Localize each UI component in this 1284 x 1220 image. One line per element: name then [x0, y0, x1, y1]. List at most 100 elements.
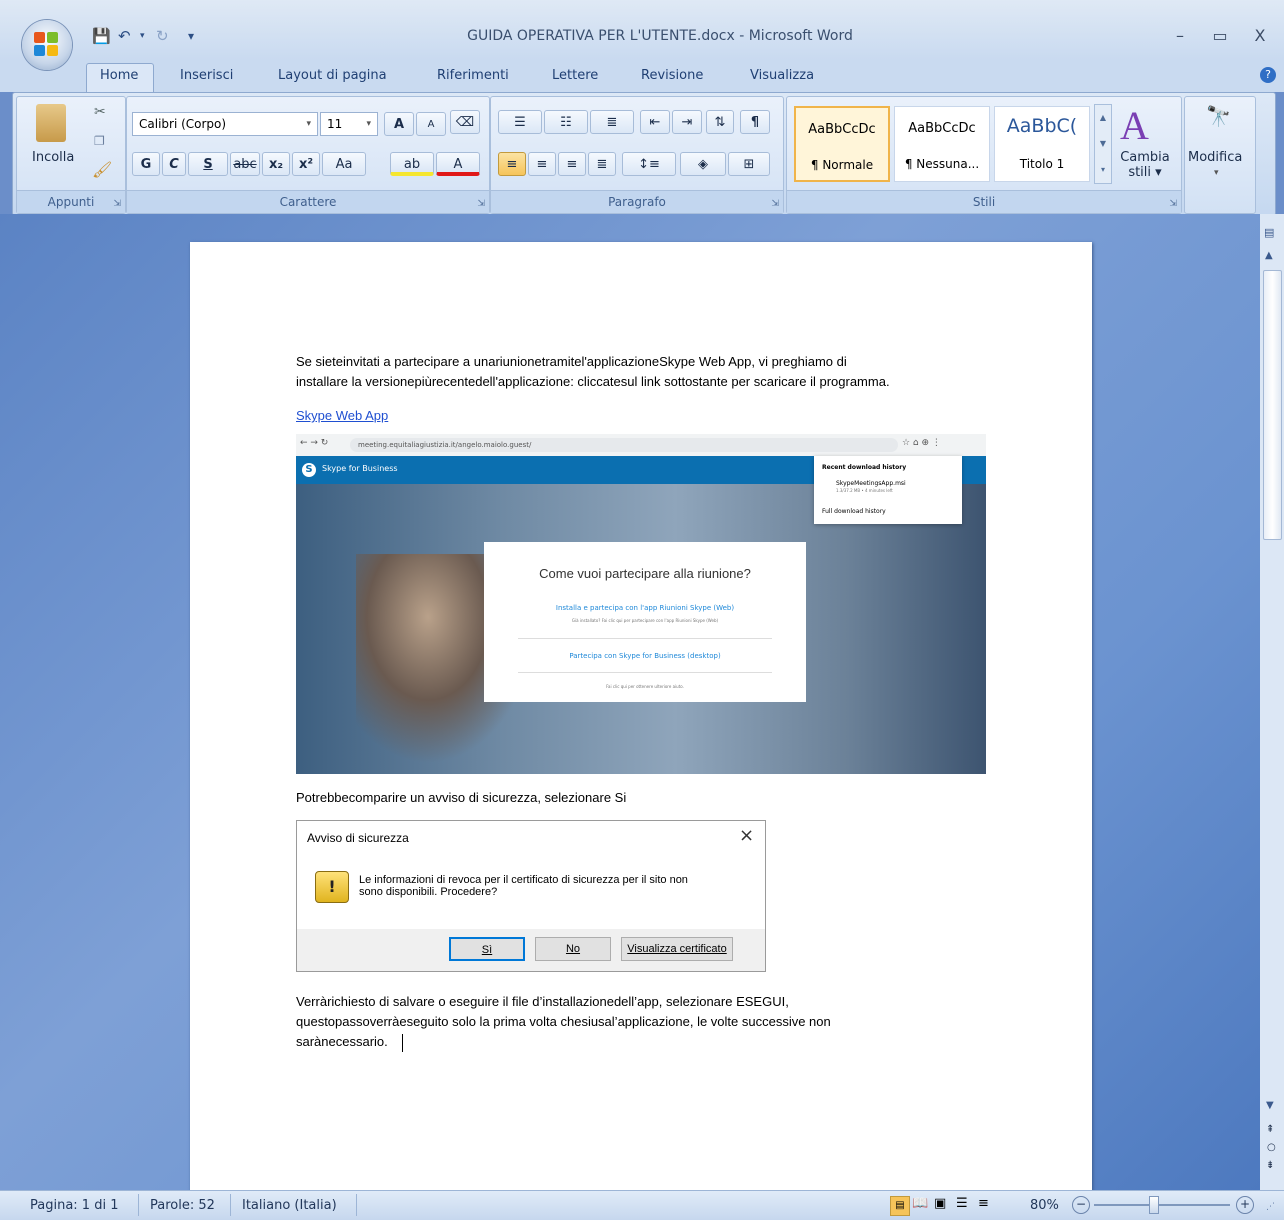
zoom-in-icon[interactable]: + [1236, 1196, 1254, 1214]
draft-icon[interactable]: ≡ [978, 1196, 989, 1211]
align-left-icon[interactable]: ≡ [498, 152, 526, 176]
full-screen-reading-icon[interactable]: 📖 [912, 1196, 928, 1211]
styles-scroll[interactable]: ▲ ▼ ▾ [1094, 104, 1112, 184]
font-label: Carattere [127, 190, 489, 213]
style-nessuna[interactable]: AaBbCcDc ¶ Nessuna... [894, 106, 990, 182]
justify-icon[interactable]: ≣ [588, 152, 616, 176]
find-icon[interactable]: 🔭 [1206, 104, 1231, 128]
style-normale[interactable]: AaBbCcDc ¶ Normale [794, 106, 890, 182]
ruler-toggle-icon[interactable]: ▤ [1264, 226, 1274, 239]
line-spacing-icon[interactable]: ↕≡ [622, 152, 676, 176]
skype-icon: S [302, 463, 316, 477]
paste-icon[interactable] [36, 104, 66, 142]
style-titolo1[interactable]: AaBbC( Titolo 1 [994, 106, 1090, 182]
chevron-down-icon: ▾ [366, 119, 371, 129]
decrease-indent-icon[interactable]: ⇤ [640, 110, 670, 134]
shrink-font-button[interactable]: A [416, 112, 446, 136]
paste-button[interactable]: Incolla [32, 150, 74, 165]
tab-home[interactable]: Home [100, 68, 138, 83]
help-icon[interactable]: ? [1260, 67, 1276, 83]
dialog-launcher-icon[interactable]: ⇲ [113, 199, 121, 209]
font-name-box[interactable]: Calibri (Corpo) ▾ [132, 112, 318, 136]
align-center-icon[interactable]: ≡ [528, 152, 556, 176]
scroll-down-icon[interactable]: ▼ [1266, 1100, 1274, 1111]
next-page-icon[interactable]: ⇟ [1266, 1160, 1274, 1171]
maximize-button[interactable]: ▭ [1200, 24, 1240, 48]
status-page[interactable]: Pagina: 1 di 1 [30, 1198, 118, 1213]
minimize-button[interactable]: – [1160, 24, 1200, 48]
web-layout-icon[interactable]: ▣ [934, 1196, 946, 1211]
tab-visualizza[interactable]: Visualizza [750, 68, 814, 83]
tab-revisione[interactable]: Revisione [641, 68, 703, 83]
tab-riferimenti[interactable]: Riferimenti [437, 68, 509, 83]
show-marks-icon[interactable]: ¶ [740, 110, 770, 134]
undo-dropdown-icon[interactable]: ▾ [140, 26, 145, 46]
increase-indent-icon[interactable]: ⇥ [672, 110, 702, 134]
style-name: ¶ Normale [810, 158, 874, 172]
tab-lettere[interactable]: Lettere [552, 68, 598, 83]
style-name: ¶ Nessuna... [904, 157, 980, 171]
help-link: Fai clic qui per ottenere ulteriore aiut… [606, 684, 684, 689]
cut-icon[interactable]: ✂ [94, 104, 106, 120]
undo-icon[interactable]: ↶ [118, 26, 131, 46]
save-icon[interactable]: 💾 [92, 26, 111, 46]
font-size-value: 11 [327, 117, 343, 131]
shading-icon[interactable]: ◈ [680, 152, 726, 176]
divider [518, 672, 772, 673]
sort-icon[interactable]: ⇅ [706, 110, 734, 134]
clear-formatting-icon[interactable]: ⌫ [450, 110, 480, 134]
paragraph-3-line-3: sarànecessario. [296, 1034, 388, 1049]
zoom-slider-thumb[interactable] [1149, 1196, 1159, 1214]
format-painter-icon[interactable]: 🖌 [92, 160, 112, 179]
office-logo-icon [34, 32, 60, 58]
status-divider [356, 1194, 357, 1216]
zoom-level[interactable]: 80% [1030, 1198, 1059, 1213]
dialog-launcher-icon[interactable]: ⇲ [477, 199, 485, 209]
bold-button[interactable]: G [132, 152, 160, 176]
customize-qat-icon[interactable]: ▾ [188, 26, 194, 46]
font-color-button[interactable]: A [436, 152, 480, 176]
view-buttons: ▤ 📖 ▣ ☰ ≡ [890, 1196, 1020, 1216]
dialog-launcher-icon[interactable]: ⇲ [1169, 199, 1177, 209]
bullets-icon[interactable]: ☰ [498, 110, 542, 134]
scroll-thumb[interactable] [1263, 270, 1282, 540]
status-words[interactable]: Parole: 52 [150, 1198, 215, 1213]
select-browse-object-icon[interactable]: ○ [1267, 1142, 1276, 1153]
close-icon: × [739, 825, 755, 846]
editing-button[interactable]: Modifica [1188, 150, 1242, 165]
previous-page-icon[interactable]: ⇞ [1266, 1124, 1274, 1135]
grow-font-button[interactable]: A [384, 112, 414, 136]
change-case-button[interactable]: Aa [322, 152, 366, 176]
tab-layout[interactable]: Layout di pagina [278, 68, 387, 83]
strikethrough-button[interactable]: abc [230, 152, 260, 176]
dialog-launcher-icon[interactable]: ⇲ [771, 199, 779, 209]
office-button[interactable] [22, 20, 72, 70]
numbering-icon[interactable]: ☷ [544, 110, 588, 134]
styles-label: Stili [787, 190, 1181, 213]
print-layout-icon[interactable]: ▤ [890, 1196, 910, 1216]
outline-icon[interactable]: ☰ [956, 1196, 968, 1211]
security-dialog-image: Avviso di sicurezza × ! Le informazioni … [296, 820, 766, 972]
zoom-slider-track[interactable] [1094, 1204, 1230, 1206]
change-styles-icon[interactable]: A [1120, 102, 1149, 149]
change-styles-button[interactable]: Cambia stili ▾ [1118, 150, 1172, 180]
multilevel-list-icon[interactable]: ≣ [590, 110, 634, 134]
zoom-out-icon[interactable]: − [1072, 1196, 1090, 1214]
skype-web-app-link[interactable]: Skype Web App [296, 406, 388, 426]
close-button[interactable]: X [1240, 24, 1280, 48]
clipboard-label: Appunti [17, 190, 125, 213]
style-sample: AaBbCcDc [808, 122, 876, 137]
redo-icon[interactable]: ↻ [156, 26, 169, 46]
font-size-box[interactable]: 11 ▾ [320, 112, 378, 136]
subscript-button[interactable]: x₂ [262, 152, 290, 176]
borders-icon[interactable]: ⊞ [728, 152, 770, 176]
status-language[interactable]: Italiano (Italia) [242, 1198, 337, 1213]
highlight-icon[interactable]: ab [390, 152, 434, 176]
copy-icon[interactable]: ❐ [94, 134, 105, 148]
italic-button[interactable]: C [162, 152, 186, 176]
scroll-up-icon[interactable]: ▲ [1265, 250, 1273, 261]
align-right-icon[interactable]: ≡ [558, 152, 586, 176]
superscript-button[interactable]: x² [292, 152, 320, 176]
tab-inserisci[interactable]: Inserisci [180, 68, 233, 83]
underline-button[interactable]: S [188, 152, 228, 176]
